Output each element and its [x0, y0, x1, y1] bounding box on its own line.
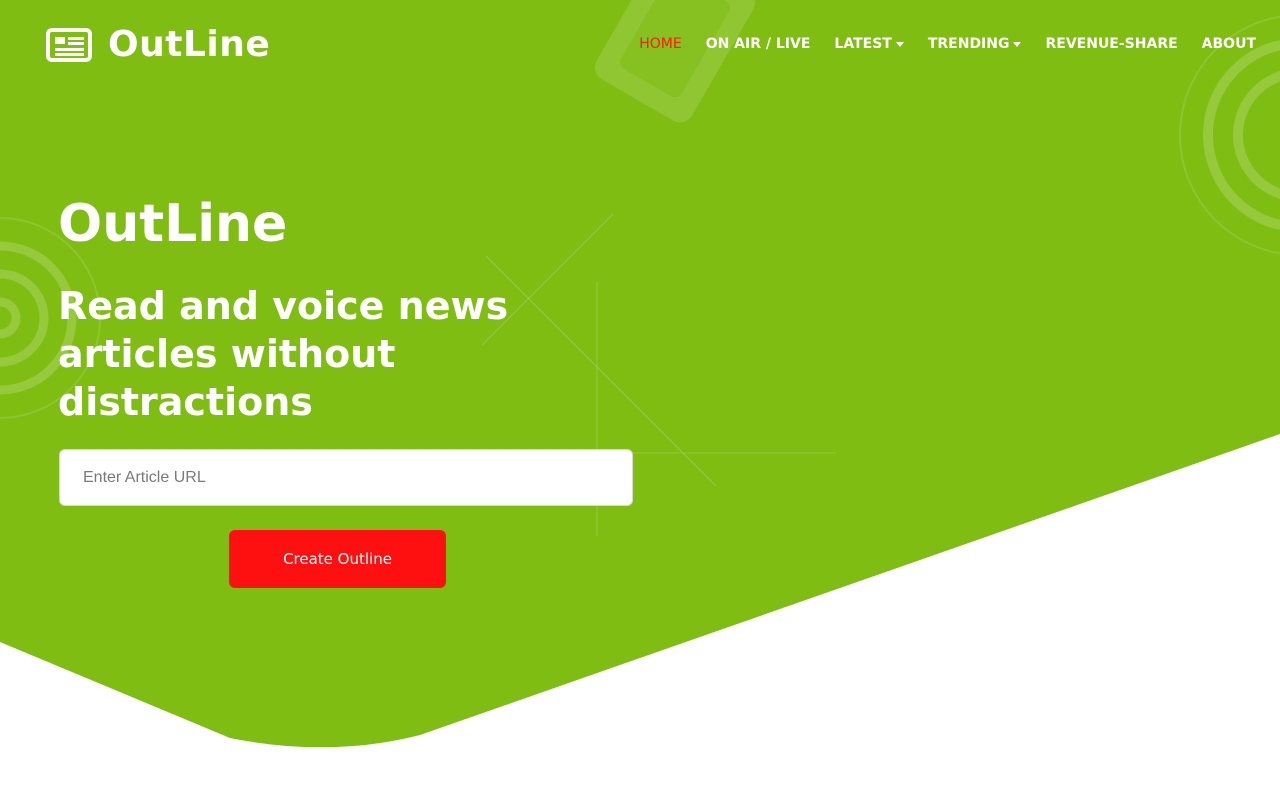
newspaper-icon	[46, 27, 92, 62]
create-outline-button[interactable]: Create Outline	[229, 530, 446, 588]
nav-item-label: TRENDING	[927, 36, 1010, 52]
nav-item-home[interactable]: HOME	[627, 36, 693, 52]
nav-item-label: ON AIR / LIVE	[705, 36, 811, 52]
caret-down-icon	[1013, 41, 1022, 47]
nav-item-label: HOME	[639, 36, 682, 52]
nav-item-about[interactable]: ABOUT	[1190, 36, 1268, 52]
nav-item-on-air-live[interactable]: ON AIR / LIVE	[694, 36, 823, 52]
hero-subtitle: Read and voice news articles without dis…	[58, 284, 509, 424]
caret-down-icon	[895, 41, 904, 47]
main-nav: HOME ON AIR / LIVE LATEST TRENDING REVEN…	[627, 36, 1268, 52]
nav-item-revenue-share[interactable]: REVENUE-SHARE	[1033, 36, 1189, 52]
nav-item-label: LATEST	[834, 36, 892, 52]
nav-item-label: REVENUE-SHARE	[1045, 36, 1178, 52]
hero-title: OutLine	[58, 194, 288, 254]
nav-item-label: ABOUT	[1201, 36, 1256, 52]
nav-item-trending[interactable]: TRENDING	[916, 36, 1034, 52]
article-url-input[interactable]	[59, 449, 633, 506]
site-header: OutLine HOME ON AIR / LIVE LATEST TRENDI…	[0, 0, 1280, 92]
brand-logo-link[interactable]: OutLine	[46, 24, 270, 65]
nav-item-latest[interactable]: LATEST	[822, 36, 915, 52]
brand-name: OutLine	[108, 24, 271, 65]
landing-page: OutLine HOME ON AIR / LIVE LATEST TRENDI…	[0, 0, 1280, 800]
